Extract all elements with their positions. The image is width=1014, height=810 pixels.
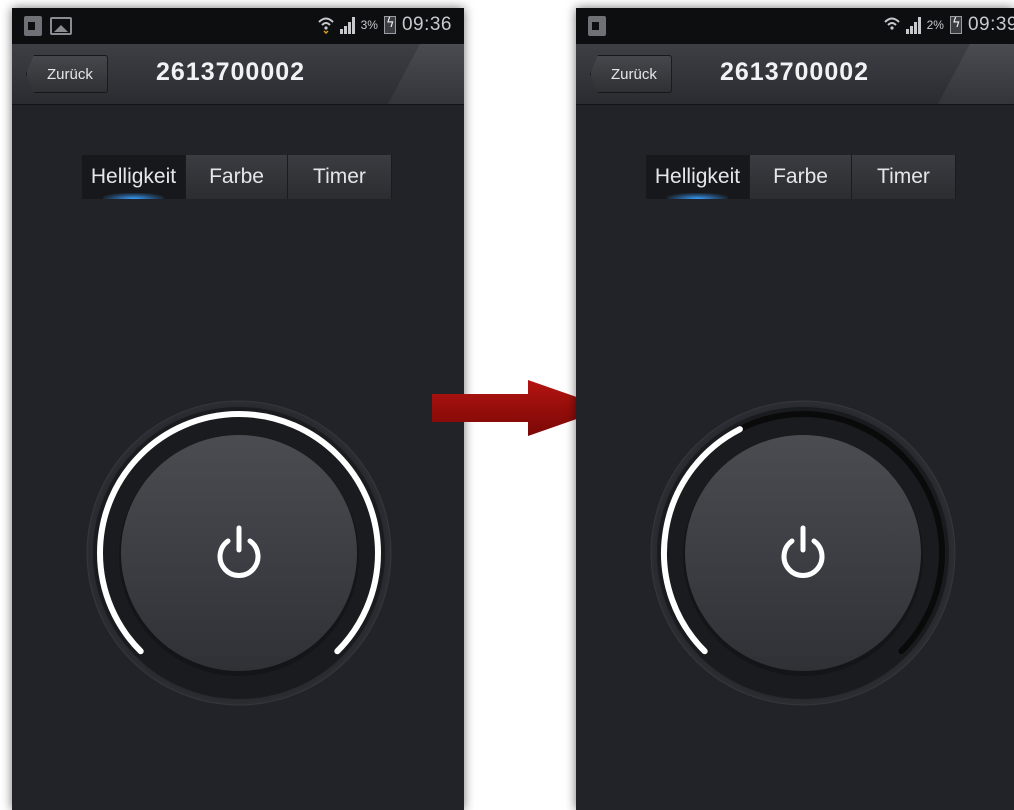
back-button[interactable]: Zurück xyxy=(590,55,672,93)
battery-percentage: 3% xyxy=(360,18,378,32)
back-button[interactable]: Zurück xyxy=(26,55,108,93)
title-bar: Zurück 2613700002 xyxy=(12,44,464,105)
power-knob[interactable] xyxy=(685,435,921,671)
signal-icon xyxy=(339,16,355,34)
comparison-stage: 3% 09:36 Zurück 2613700002 Helligkeit Fa… xyxy=(0,0,1014,810)
clock: 09:36 xyxy=(401,14,452,35)
power-knob[interactable] xyxy=(121,435,357,671)
tab-bar: Helligkeit Farbe Timer xyxy=(82,155,392,199)
gallery-icon xyxy=(50,17,72,35)
phone-screen-after: 2% 09:39 Zurück 2613700002 Helligkeit Fa… xyxy=(576,8,1014,810)
status-right: 3% 09:36 xyxy=(317,14,452,36)
brightness-dial-graphic xyxy=(650,400,956,706)
status-bar: 3% 09:36 xyxy=(12,8,464,44)
brightness-dial[interactable] xyxy=(648,398,958,708)
tab-timer[interactable]: Timer xyxy=(852,155,956,199)
tab-farbe[interactable]: Farbe xyxy=(186,155,288,199)
battery-charging-icon xyxy=(383,16,396,34)
clock: 09:39 xyxy=(967,14,1014,35)
brightness-dial[interactable] xyxy=(84,398,394,708)
battery-charging-icon xyxy=(949,16,962,34)
tab-bar: Helligkeit Farbe Timer xyxy=(646,155,956,199)
brightness-dial-graphic xyxy=(86,400,392,706)
tab-timer[interactable]: Timer xyxy=(288,155,392,199)
phone-screen-before: 3% 09:36 Zurück 2613700002 Helligkeit Fa… xyxy=(12,8,464,810)
sim-card-icon xyxy=(24,16,42,36)
page-title: 2613700002 xyxy=(720,58,870,86)
page-title: 2613700002 xyxy=(156,58,306,86)
sim-card-icon xyxy=(588,16,606,36)
status-left-icons xyxy=(24,16,72,36)
wifi-icon xyxy=(317,16,334,34)
status-left-icons xyxy=(588,16,606,36)
tab-helligkeit[interactable]: Helligkeit xyxy=(82,155,186,199)
wifi-icon xyxy=(883,16,900,34)
status-bar: 2% 09:39 xyxy=(576,8,1014,44)
status-right: 2% 09:39 xyxy=(883,14,1014,36)
tab-farbe[interactable]: Farbe xyxy=(750,155,852,199)
battery-percentage: 2% xyxy=(926,18,944,32)
title-bar: Zurück 2613700002 xyxy=(576,44,1014,105)
tab-helligkeit[interactable]: Helligkeit xyxy=(646,155,750,199)
signal-icon xyxy=(905,16,921,34)
